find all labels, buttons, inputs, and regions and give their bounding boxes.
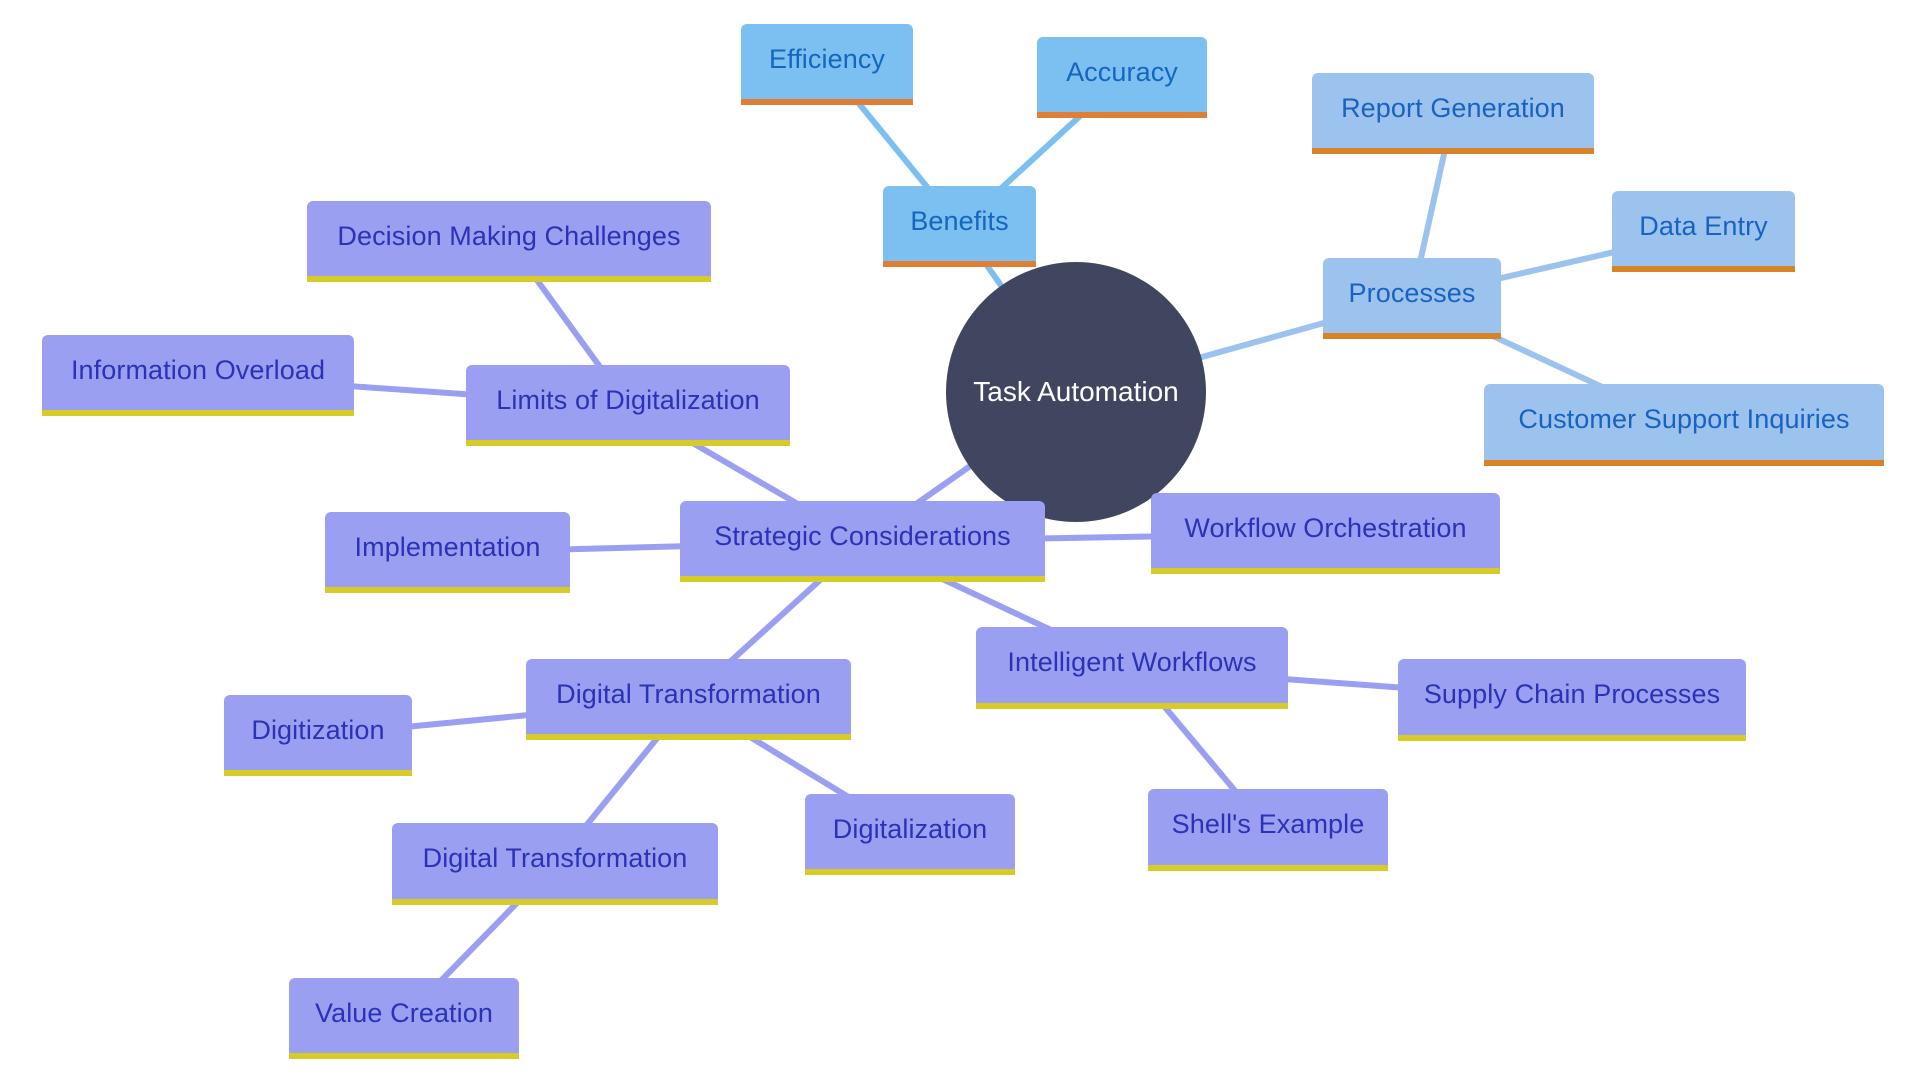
node-accuracy[interactable]: Accuracy (1037, 37, 1207, 118)
node-label: Digital Transformation (422, 843, 688, 873)
node-label: Strategic Considerations (714, 520, 1011, 551)
node-label: Digitalization (832, 813, 988, 844)
node-label: Decision Making Challenges (337, 220, 681, 251)
node-label: Supply Chain Processes (1423, 679, 1721, 709)
node-label: Efficiency (768, 43, 886, 74)
node-decision-making-challenges[interactable]: Decision Making Challenges (307, 201, 711, 282)
node-strategic-considerations[interactable]: Strategic Considerations (680, 501, 1045, 582)
node-processes[interactable]: Processes (1323, 258, 1501, 339)
root-node-label: Task Automation (973, 376, 1179, 407)
node-label: Information Overload (70, 354, 326, 385)
node-label: Digitization (251, 714, 385, 745)
node-label: Workflow Orchestration (1184, 512, 1467, 543)
node-label: Intelligent Workflows (1007, 647, 1257, 677)
node-digitalization[interactable]: Digitalization (805, 794, 1015, 875)
node-label: Data Entry (1639, 210, 1768, 241)
node-shells-example[interactable]: Shell's Example (1148, 789, 1388, 871)
node-label: Processes (1348, 277, 1476, 308)
node-value-creation[interactable]: Value Creation (289, 978, 519, 1059)
node-implementation[interactable]: Implementation (325, 512, 570, 593)
node-label: Shell's Example (1171, 809, 1365, 839)
node-label: Digital Transformation (556, 678, 821, 709)
node-label: Benefits (910, 205, 1009, 236)
node-label: Implementation (354, 531, 541, 562)
node-efficiency[interactable]: Efficiency (741, 24, 913, 105)
node-digital-transformation[interactable]: Digital Transformation (526, 659, 851, 740)
node-information-overload[interactable]: Information Overload (42, 335, 354, 416)
node-data-entry[interactable]: Data Entry (1612, 191, 1795, 272)
node-customer-support-inquiries[interactable]: Customer Support Inquiries (1484, 384, 1884, 466)
node-label: Report Generation (1341, 92, 1565, 123)
root-node-task-automation[interactable]: Task Automation (946, 262, 1206, 522)
mindmap-canvas: Task Automation Benefits Efficiency Accu… (0, 0, 1920, 1080)
node-label: Accuracy (1066, 56, 1178, 87)
node-benefits[interactable]: Benefits (883, 186, 1036, 267)
node-report-generation[interactable]: Report Generation (1312, 73, 1594, 154)
node-label: Customer Support Inquiries (1518, 404, 1850, 434)
node-digital-transformation-2[interactable]: Digital Transformation (392, 823, 718, 905)
node-label: Limits of Digitalization (496, 384, 760, 415)
node-digitization[interactable]: Digitization (224, 695, 412, 776)
node-label: Value Creation (314, 997, 493, 1028)
node-workflow-orchestration[interactable]: Workflow Orchestration (1151, 493, 1500, 574)
node-intelligent-workflows[interactable]: Intelligent Workflows (976, 627, 1288, 709)
node-supply-chain-processes[interactable]: Supply Chain Processes (1398, 659, 1746, 741)
node-limits-of-digitalization[interactable]: Limits of Digitalization (466, 365, 790, 446)
